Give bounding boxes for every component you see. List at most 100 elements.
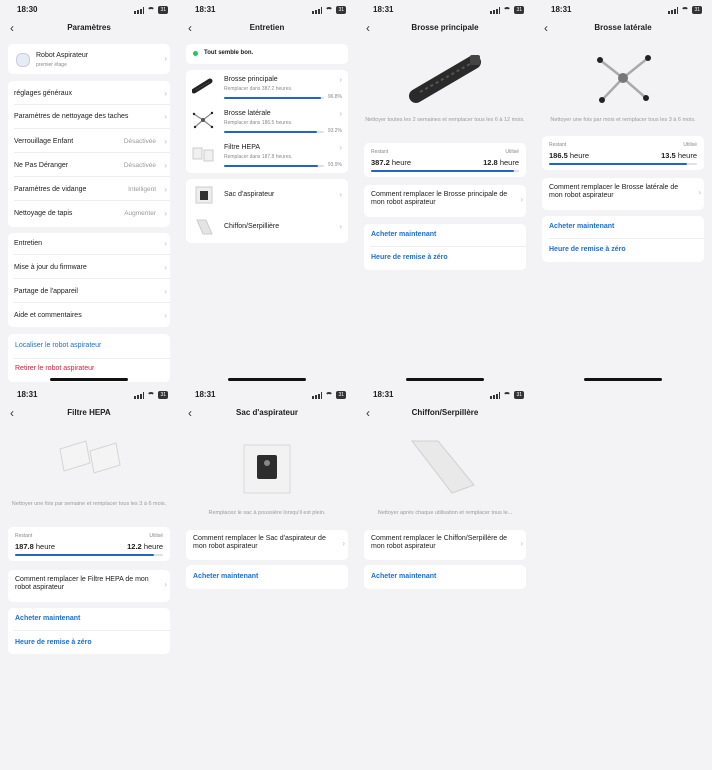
part-side-brush[interactable]: Brosse latérale Remplacer dans 186.5 heu… [186,104,348,138]
side-brush-icon [192,111,214,129]
screen-settings: 18:30 31 ‹ Paramètres Robot Aspirateur p… [0,0,178,385]
remaining-hours: 187.8 heure [15,542,56,551]
other-parts-card: Sac d'aspirateur › Chiffon/Serpillière › [186,179,348,243]
wifi-icon [503,7,512,13]
screen-mop: 18:31 31 ‹ Chiffon/Serpillère Nettoyer ap… [356,385,534,770]
settings-item[interactable]: Paramètres de vidange Intelligent › [14,183,167,195]
status-bar: 18:30 31 [0,5,178,17]
part-hepa-filter[interactable]: Filtre HEPA Remplacer dans 187.8 heures.… [186,138,348,172]
reset-hours-link[interactable]: Heure de remise à zéro [15,639,92,646]
part-mop[interactable]: Chiffon/Serpillière › [186,211,348,243]
chevron-right-icon: › [164,580,167,589]
status-time: 18:30 [17,5,38,14]
progress-bar [371,170,515,172]
side-brush-image [597,55,651,103]
part-dust-bag[interactable]: Sac d'aspirateur › [186,179,348,211]
part-main-brush[interactable]: Brosse principale Remplacer dans 387.2 h… [186,70,348,104]
usage-card: Restant Utilisé 186.5 heure 13.5 heure [542,136,704,170]
buy-now-link[interactable]: Acheter maintenant [371,573,436,580]
care-instructions: Remplacez le sac à poussière lorsqu'il e… [208,510,326,516]
care-instructions: Nettoyer toutes les 2 semaines et rempla… [365,117,525,123]
signal-icon [490,391,501,399]
buy-now-link[interactable]: Acheter maintenant [371,231,436,238]
page-title: Chiffon/Serpillère [411,408,479,417]
signal-icon [134,6,145,14]
chevron-right-icon: › [520,539,523,548]
page-title: Paramètres [67,23,111,32]
settings-group-2: Entretien › Mise à jour du firmware › Part… [8,233,170,327]
signal-icon [312,391,323,399]
signal-icon [668,6,679,14]
page-title: Filtre HEPA [67,408,111,417]
status-time: 18:31 [373,5,394,14]
signal-icon [490,6,501,14]
hepa-filter-image [59,440,121,474]
reset-hours-link[interactable]: Heure de remise à zéro [371,254,448,261]
parts-card: Brosse principale Remplacer dans 387.2 h… [186,70,348,173]
screen-hepa: 18:31 31 ‹ Filtre HEPA Nettoyer une fois … [0,385,178,770]
actions-card: Acheter maintenant [364,565,526,589]
device-actions: Localiser le robot aspirateur Retirer le… [8,334,170,382]
battery-icon: 31 [158,391,168,399]
status-card: Tout semble bon. [186,44,348,64]
chevron-right-icon: › [164,184,167,194]
actions-card: Acheter maintenant Heure de remise à zér… [542,216,704,262]
settings-item[interactable]: Entretien › [14,237,167,249]
care-instructions: Nettoyer une fois par mois et remplacer … [550,117,696,123]
chevron-right-icon: › [164,310,167,320]
how-to-replace[interactable]: Comment remplacer le Sac d'aspirateur de… [186,530,348,560]
device-card[interactable]: Robot Aspirateur premier étage › [8,44,170,74]
buy-now-link[interactable]: Acheter maintenant [193,573,258,580]
settings-group-1: réglages généraux › Paramètres de nettoya… [8,81,170,227]
status-time: 18:31 [195,5,216,14]
chevron-right-icon: › [164,111,167,121]
how-to-replace[interactable]: Comment remplacer le Brosse latérale de … [542,178,704,210]
used-hours: 12.8 heure [483,158,519,167]
status-time: 18:31 [551,5,572,14]
buy-now-link[interactable]: Acheter maintenant [15,615,80,622]
reset-hours-link[interactable]: Heure de remise à zéro [549,246,626,253]
buy-now-link[interactable]: Acheter maintenant [549,223,614,230]
wifi-icon [147,392,156,398]
settings-item[interactable]: Nettoyage de tapis Augmenter › [14,207,167,219]
signal-icon [312,6,323,14]
settings-item[interactable]: Mise à jour du firmware › [14,261,167,273]
battery-icon: 31 [336,6,346,14]
signal-icon [134,391,145,399]
mop-icon [196,219,213,235]
wifi-icon [681,7,690,13]
battery-icon: 31 [692,6,702,14]
battery-icon: 31 [514,391,524,399]
settings-item[interactable]: réglages généraux › [14,87,167,99]
screen-dust-bag: 18:31 31 ‹ Sac d'aspirateur Remplacez le … [178,385,356,770]
chevron-right-icon: › [164,208,167,218]
dust-bag-image [243,444,291,494]
settings-item[interactable]: Verrouillage Enfant Désactivée › [14,135,167,147]
how-to-replace[interactable]: Comment remplacer le Brosse principale d… [364,185,526,217]
settings-item[interactable]: Aide et commentaires › [14,309,167,321]
home-indicator [406,378,484,381]
wifi-icon [325,7,334,13]
how-to-replace[interactable]: Comment remplacer le Chiffon/Serpillère … [364,530,526,560]
care-instructions: Nettoyer une fois par semaine et remplac… [11,501,167,507]
home-indicator [228,378,306,381]
screen-main-brush: 18:31 31 ‹ Brosse principale Nettoyer tou… [356,0,534,385]
remove-robot-link[interactable]: Retirer le robot aspirateur [15,365,94,372]
how-to-replace[interactable]: Comment remplacer le Filtre HEPA de mon … [8,570,170,602]
status-time: 18:31 [373,390,394,399]
settings-item[interactable]: Partage de l'appareil › [14,285,167,297]
progress-bar [549,163,687,165]
chevron-right-icon: › [339,190,342,199]
chevron-right-icon: › [520,195,523,204]
used-hours: 12.2 heure [127,542,163,551]
mop-image [410,440,475,494]
progress-bar [224,131,318,133]
settings-item[interactable]: Paramètres de nettoyage des taches › [14,110,167,122]
remaining-hours: 387.2 heure [371,158,412,167]
used-hours: 13.5 heure [661,151,697,160]
page-title: Entretien [249,23,285,32]
settings-item[interactable]: Ne Pas Déranger Désactivée › [14,159,167,171]
progress-bar [15,554,154,556]
locate-robot-link[interactable]: Localiser le robot aspirateur [15,342,101,349]
chevron-right-icon: › [339,75,342,84]
